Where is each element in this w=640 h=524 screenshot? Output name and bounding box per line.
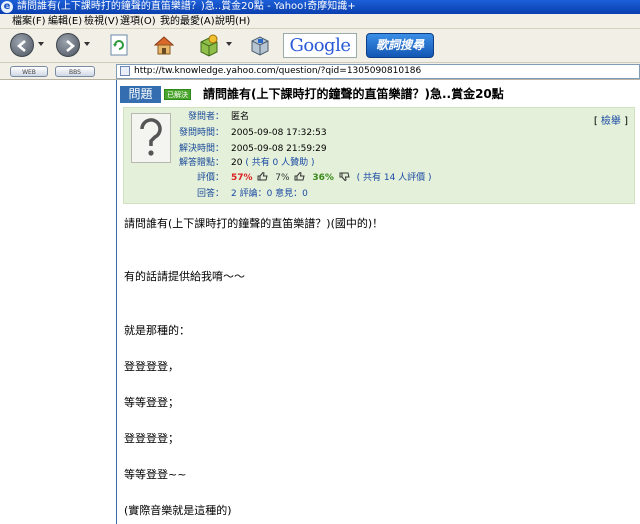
solve-time-label: 解決時間： — [178, 144, 224, 154]
forward-arrow-icon — [66, 40, 76, 52]
window-titlebar: e 請問誰有(上下課時打的鐘聲的直笛樂譜？)急..賞金20點 - Yahoo!奇… — [0, 0, 640, 14]
asker-label: 發問者： — [187, 112, 224, 122]
window-title: 請問誰有(上下課時打的鐘聲的直笛樂譜？)急..賞金20點 - Yahoo!奇摩知… — [17, 1, 356, 12]
question-title: 請問誰有(上下課時打的鐘聲的直笛樂譜？)急..賞金20點 — [203, 87, 504, 101]
back-arrow-icon — [16, 40, 26, 52]
answers-count[interactable]: 2 評論：0 意見：0 — [231, 188, 308, 201]
menu-options[interactable]: 選項(O) — [120, 14, 156, 29]
home-icon[interactable] — [152, 33, 176, 57]
menu-view[interactable]: 檢視(V) — [84, 14, 119, 29]
web-button[interactable]: WEB — [10, 66, 48, 77]
browser-icon: e — [1, 1, 13, 13]
page-icon — [120, 66, 130, 76]
rating-neutral-pct: 7% — [275, 173, 290, 183]
body-line: 有的話請提供給我唷～～ — [124, 270, 245, 283]
ask-time-row: 發問時間： 2005-09-08 17:32:53 — [124, 127, 636, 140]
status-badge: 已解決 — [164, 89, 191, 100]
body-line: 就是那種的： — [124, 324, 190, 337]
solve-time-row: 解決時間： 2005-09-08 21:59:29 — [124, 143, 636, 156]
rating-total: ( 共有 14 人評價 ) — [356, 173, 432, 183]
google-search-button[interactable]: Google — [283, 33, 357, 58]
body-line: 等等登登； — [124, 396, 179, 409]
points-support: ( 共有 0 人贊助 ) — [245, 158, 315, 168]
favorites-box-icon[interactable] — [197, 33, 221, 57]
ask-time-label: 發問時間： — [178, 128, 224, 138]
back-button[interactable] — [10, 33, 34, 57]
body-line: 登登登登； — [124, 432, 179, 445]
rating-good-pct: 57% — [231, 173, 253, 183]
question-tab: 問題 — [120, 86, 161, 103]
points-row: 解答贈點： 20 ( 共有 0 人贊助 ) — [124, 157, 636, 170]
lyric-search-button[interactable]: 歌詞搜尋 — [366, 33, 434, 58]
asker-row: 發問者： 匿名 — [124, 111, 636, 124]
answers-row: 回答： 2 評論：0 意見：0 — [124, 188, 636, 201]
rating-row: 評價： 57% 7% 36% ( 共有 14 人評價 ) — [124, 172, 636, 185]
menu-file[interactable]: 檔案(F) — [12, 14, 46, 29]
menu-bar: 檔案(F) 編輯(E) 檢視(V) 選項(O) 我的最愛(A) 說明(H) — [0, 14, 640, 29]
address-input[interactable]: http://tw.knowledge.yahoo.com/question/?… — [116, 64, 640, 79]
rating-bad-pct: 36% — [312, 173, 334, 183]
thumbs-neutral-icon — [294, 172, 306, 181]
solve-time-value: 2005-09-08 21:59:29 — [231, 144, 327, 154]
favorites-dropdown-icon[interactable] — [226, 42, 232, 46]
points-label: 解答贈點： — [178, 158, 224, 168]
question-info-box: [ 檢舉 ] 發問者： 匿名 發問時間： 2005-09-08 17:32:53… — [123, 107, 635, 204]
forward-button[interactable] — [56, 33, 80, 57]
thumbs-up-icon — [257, 172, 269, 181]
question-header: 問題 已解決 請問誰有(上下課時打的鐘聲的直笛樂譜？)急..賞金20點 — [117, 86, 640, 104]
points-value: 20 — [231, 158, 243, 168]
menu-edit[interactable]: 編輯(E) — [48, 14, 82, 29]
refresh-icon[interactable] — [107, 33, 131, 57]
toolbar: Google 歌詞搜尋 — [0, 29, 640, 63]
content-left-border — [116, 80, 117, 524]
menu-help[interactable]: 說明(H) — [215, 14, 250, 29]
asker-value: 匿名 — [231, 112, 250, 122]
body-line: 等等登登~~ — [124, 468, 187, 481]
google-logo: Google — [289, 35, 351, 56]
menu-favorites[interactable]: 我的最愛(A) — [160, 14, 215, 29]
points-values: 20 ( 共有 0 人贊助 ) — [231, 157, 315, 170]
rating-label: 評價： — [196, 173, 224, 183]
rating-values: 57% 7% 36% ( 共有 14 人評價 ) — [231, 172, 432, 185]
back-dropdown-icon[interactable] — [38, 42, 44, 46]
forward-dropdown-icon[interactable] — [84, 42, 90, 46]
bbs-button[interactable]: BBS — [55, 66, 95, 77]
answers-label: 回答： — [196, 189, 224, 199]
body-line: 登登登登， — [124, 360, 179, 373]
body-line: (實際音樂就是這種的) — [124, 504, 232, 517]
body-line: 請問誰有(上下課時打的鐘聲的直笛樂譜？)(國中的)！ — [124, 217, 384, 230]
address-url: http://tw.knowledge.yahoo.com/question/?… — [134, 66, 422, 76]
package-icon[interactable] — [248, 33, 272, 57]
thumbs-down-icon — [339, 172, 350, 181]
ask-time-value: 2005-09-08 17:32:53 — [231, 128, 327, 138]
address-bar: WEB BBS http://tw.knowledge.yahoo.com/qu… — [0, 63, 640, 80]
